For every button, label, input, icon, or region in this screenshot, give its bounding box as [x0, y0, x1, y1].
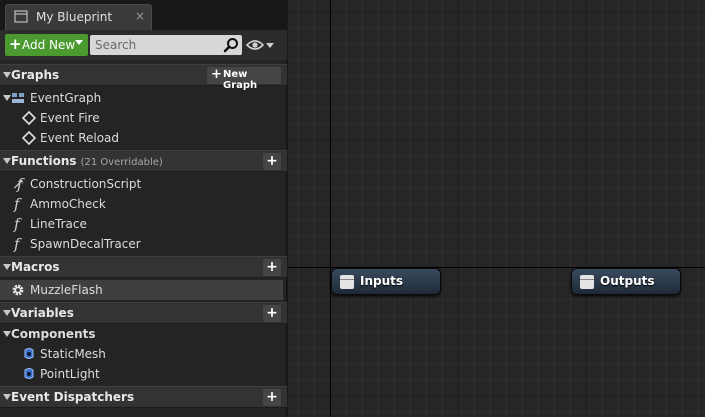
collapse-arrow-icon[interactable] — [3, 394, 11, 400]
plus-icon: + — [211, 67, 222, 82]
section-macros[interactable]: Macros + — [0, 256, 287, 278]
component-item-label: PointLight — [40, 367, 100, 381]
add-new-button[interactable]: + Add New — [5, 34, 88, 56]
function-item-linetrace[interactable]: f LineTrace — [0, 214, 283, 234]
tab-my-blueprint[interactable]: My Blueprint × — [5, 4, 152, 30]
function-item-label: ConstructionScript — [30, 177, 142, 191]
blueprint-icon — [14, 10, 28, 23]
event-icon — [22, 131, 36, 145]
add-dispatcher-button[interactable]: + — [263, 389, 281, 406]
graph-item-label: EventGraph — [30, 91, 102, 105]
event-item-reload[interactable]: Event Reload — [0, 128, 283, 148]
eye-icon[interactable] — [246, 38, 264, 52]
subsection-components[interactable]: Components — [0, 324, 283, 344]
component-item-staticmesh[interactable]: StaticMesh — [0, 344, 283, 364]
section-title: Event Dispatchers — [11, 390, 135, 404]
macro-item-muzzleflash[interactable]: MuzzleFlash — [0, 280, 283, 300]
chevron-down-icon — [75, 40, 83, 45]
graph-canvas[interactable] — [288, 0, 705, 417]
graph-item-eventgraph[interactable]: EventGraph — [0, 88, 283, 108]
plus-icon: + — [9, 35, 22, 53]
tab-title: My Blueprint — [36, 10, 113, 24]
collapse-arrow-icon[interactable] — [3, 95, 11, 101]
function-item-constructionscript[interactable]: ↗ f ConstructionScript — [0, 174, 283, 194]
event-item-label: Event Fire — [40, 111, 100, 125]
section-title: Macros — [11, 260, 60, 274]
collapse-arrow-icon[interactable] — [3, 72, 11, 78]
function-item-ammocheck[interactable]: f AmmoCheck — [0, 194, 283, 214]
node-title: Inputs — [360, 274, 404, 288]
component-icon — [24, 368, 34, 379]
toolbar: + Add New — [0, 30, 287, 60]
section-title: Variables — [11, 306, 74, 320]
macro-item-label: MuzzleFlash — [30, 283, 103, 297]
function-item-label: LineTrace — [30, 217, 87, 231]
tunnel-node-icon — [340, 275, 354, 289]
inputs-node[interactable]: Inputs — [331, 268, 441, 295]
event-icon — [22, 111, 36, 125]
search-input[interactable] — [90, 35, 220, 55]
add-new-label: Add New — [22, 38, 76, 52]
gear-icon — [12, 284, 24, 296]
collapse-arrow-icon[interactable] — [3, 331, 11, 337]
tab-bar: My Blueprint × — [0, 0, 287, 30]
new-graph-button[interactable]: + New Graph — [207, 67, 281, 91]
section-title: Graphs — [11, 68, 60, 82]
function-icon: ↗ f — [12, 175, 25, 193]
node-title: Outputs — [600, 274, 655, 288]
section-title: Functions (21 Overridable) — [11, 154, 163, 168]
function-icon: f — [14, 235, 20, 253]
my-blueprint-panel: My Blueprint × + Add New Graphs + New G — [0, 0, 287, 417]
component-item-label: StaticMesh — [40, 347, 106, 361]
add-macro-button[interactable]: + — [263, 259, 281, 276]
collapse-arrow-icon[interactable] — [3, 264, 11, 270]
add-variable-button[interactable]: + — [263, 305, 281, 322]
section-variables[interactable]: Variables + — [0, 302, 287, 324]
collapse-arrow-icon[interactable] — [3, 158, 11, 164]
section-title-text: Functions — [11, 154, 77, 168]
event-item-label: Event Reload — [40, 131, 120, 145]
section-event-dispatchers[interactable]: Event Dispatchers + — [0, 386, 287, 408]
magnifier-icon[interactable] — [223, 37, 239, 53]
collapse-arrow-icon[interactable] — [3, 310, 11, 316]
component-icon — [24, 348, 34, 359]
add-function-button[interactable]: + — [263, 153, 281, 170]
section-functions[interactable]: Functions (21 Overridable) + — [0, 150, 287, 172]
view-options-chevron-icon[interactable] — [266, 43, 274, 48]
graph-icon — [12, 93, 24, 103]
function-item-spawndecaltracer[interactable]: f SpawnDecalTracer — [0, 234, 283, 254]
function-icon: f — [14, 195, 20, 213]
tunnel-node-icon — [580, 275, 594, 289]
graph-origin-vertical-axis — [330, 0, 331, 417]
function-icon: f — [14, 215, 20, 233]
search-box — [90, 35, 242, 55]
function-item-label: AmmoCheck — [30, 197, 106, 211]
close-icon[interactable]: × — [135, 9, 145, 23]
component-item-pointlight[interactable]: PointLight — [0, 364, 283, 384]
outputs-node[interactable]: Outputs — [571, 268, 681, 295]
event-item-fire[interactable]: Event Fire — [0, 108, 283, 128]
subsection-title: Components — [11, 327, 96, 341]
overridable-count: (21 Overridable) — [80, 157, 163, 168]
function-item-label: SpawnDecalTracer — [30, 237, 141, 251]
section-graphs[interactable]: Graphs + New Graph — [0, 64, 287, 91]
